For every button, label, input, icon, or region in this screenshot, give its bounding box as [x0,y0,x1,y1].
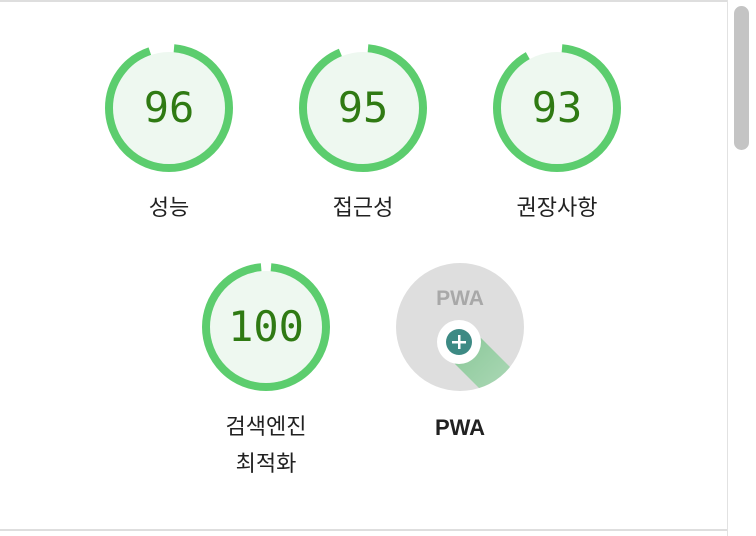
gauge-label: 접근성 [332,196,394,221]
gauge-performance[interactable]: 96 성능 [99,38,239,227]
top-divider [0,0,727,2]
pwa-logo-text: PWA [436,287,484,310]
gauge-score: 100 [228,302,304,351]
lighthouse-score-panel: 96 성능 95 접근성 93 권장사항 100 검색엔진 최적화 PWA PW… [0,0,756,536]
gauge-label-line1: 검색엔진 [225,415,307,440]
gauge-ring: 100 [202,263,330,391]
bottom-divider [0,529,727,531]
pwa-badge: PWA [396,263,524,391]
gauge-label: PWA [434,415,486,440]
gauge-score: 96 [144,83,195,132]
gauge-label-line2: 최적화 [235,452,297,477]
gauge-ring: 96 [105,44,233,172]
gauge-best-practices[interactable]: 93 권장사항 [487,38,627,227]
gauge-ring: 93 [493,44,621,172]
gauge-label: 권장사항 [516,196,598,221]
gauge-ring: 95 [299,44,427,172]
gauge-label: 성능 [148,196,190,221]
gauge-score: 93 [532,83,583,132]
gauge-accessibility[interactable]: 95 접근성 [293,38,433,227]
gauge-score: 95 [338,83,389,132]
gauge-pwa[interactable]: PWA PWA [390,257,530,446]
scrollbar-thumb[interactable] [734,6,749,150]
gauge-label: 검색엔진 최적화 [196,409,336,483]
gauge-seo[interactable]: 100 검색엔진 최적화 [196,257,336,483]
plus-icon [446,329,472,355]
